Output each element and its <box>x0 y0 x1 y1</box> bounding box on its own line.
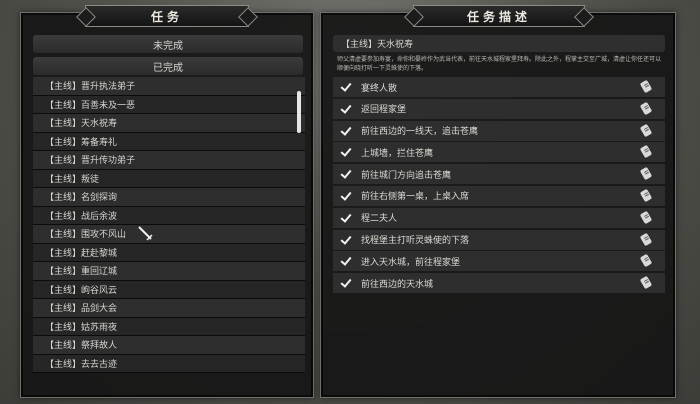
scroll-icon[interactable] <box>639 254 653 268</box>
scroll-icon[interactable] <box>639 145 653 159</box>
quest-description-panel: 任务描述 【主线】天水祝寿 师父清虚要参加寿宴，命你和晏岭作为武当代表，前往天水… <box>320 5 676 398</box>
task-row: 进入天水城，前往程家堡 <box>333 251 665 272</box>
task-list: 宴终人散 返回程家堡 前往西边的一线天，追击苍鹰 上城墙，拦住苍鹰 前往城门方向… <box>333 77 665 295</box>
sword-cursor-icon <box>138 226 153 241</box>
check-icon <box>339 167 353 181</box>
check-icon <box>339 211 353 225</box>
task-label: 宴终人散 <box>361 83 398 94</box>
check-icon <box>339 102 353 116</box>
quest-row[interactable]: 【主线】赶赴黎城 <box>33 243 305 262</box>
task-row: 上城墙，拦住苍鹰 <box>333 142 665 163</box>
task-label: 前往城门方向追击苍鹰 <box>361 170 452 181</box>
scroll-icon[interactable] <box>639 233 653 247</box>
task-row: 返回程家堡 <box>333 98 665 119</box>
quest-row[interactable]: 【主线】去去古迹 <box>33 354 305 373</box>
scroll-icon[interactable] <box>639 189 653 203</box>
task-label: 进入天水城，前往程家堡 <box>361 257 461 268</box>
task-label: 前往西边的天水城 <box>361 279 434 290</box>
quest-list-panel: 任务 未完成 已完成 【主线】晋升执法弟子 【主线】百善未及一恶 【主线】天水祝… <box>20 5 314 398</box>
task-row: 前往西边的一线天，追击苍鹰 <box>333 120 665 141</box>
scroll-icon[interactable] <box>639 276 653 290</box>
task-row: 程二夫人 <box>333 207 665 228</box>
check-icon <box>339 80 353 94</box>
quest-row[interactable]: 【主线】围攻不风山 <box>33 225 305 244</box>
scroll-icon[interactable] <box>639 167 653 181</box>
quest-row[interactable]: 【主线】品剑大会 <box>33 299 305 318</box>
task-label: 前往西边的一线天，追击苍鹰 <box>361 127 479 138</box>
scroll-icon[interactable] <box>639 211 653 225</box>
scroll-icon[interactable] <box>639 80 653 94</box>
quest-row[interactable]: 【主线】祭拜故人 <box>33 336 305 355</box>
quest-row[interactable]: 【主线】天水祝寿 <box>33 114 305 133</box>
quest-row[interactable]: 【主线】筹备寿礼 <box>33 132 305 151</box>
task-row: 宴终人散 <box>333 77 665 97</box>
task-row: 前往西边的天水城 <box>333 273 665 294</box>
scroll-icon[interactable] <box>639 124 653 138</box>
task-label: 前往右侧第一桌，上桌入席 <box>361 192 470 203</box>
incomplete-filter-button[interactable]: 未完成 <box>33 35 303 53</box>
task-label: 程二夫人 <box>361 214 398 225</box>
task-label: 返回程家堡 <box>361 105 407 116</box>
scroll-icon[interactable] <box>639 102 653 116</box>
quest-row[interactable]: 【主线】晋升执法弟子 <box>33 77 305 96</box>
task-label: 找程堡主打听灵蛛使的下落 <box>361 236 470 247</box>
quest-list: 【主线】晋升执法弟子 【主线】百善未及一恶 【主线】天水祝寿 【主线】筹备寿礼 … <box>33 77 305 391</box>
quest-row[interactable]: 【主线】叛徒 <box>33 169 305 188</box>
quest-description-text: 师父清虚要参加寿宴，命你和晏岭作为武当代表，前往天水城程家堡拜寿。除此之外，程掌… <box>337 56 662 72</box>
quest-panel-title: 任务 <box>85 5 249 27</box>
completed-filter-button[interactable]: 已完成 <box>33 57 303 75</box>
quest-row[interactable]: 【主线】岣谷风云 <box>33 280 305 299</box>
quest-row[interactable]: 【主线】战后余波 <box>33 206 305 225</box>
quest-list-scrollbar[interactable] <box>297 91 301 133</box>
check-icon <box>339 124 353 138</box>
task-row: 找程堡主打听灵蛛使的下落 <box>333 229 665 250</box>
task-label: 上城墙，拦住苍鹰 <box>361 148 434 159</box>
check-icon <box>339 189 353 203</box>
quest-row[interactable]: 【主线】晋升传功弟子 <box>33 151 305 170</box>
check-icon <box>339 254 353 268</box>
selected-quest-title: 【主线】天水祝寿 <box>333 35 665 52</box>
quest-row[interactable]: 【主线】名剑探询 <box>33 188 305 207</box>
task-row: 前往城门方向追击苍鹰 <box>333 164 665 185</box>
task-row: 前往右侧第一桌，上桌入席 <box>333 185 665 206</box>
check-icon <box>339 145 353 159</box>
quest-row[interactable]: 【主线】姑苏雨夜 <box>33 317 305 336</box>
quest-row[interactable]: 【主线】重回辽城 <box>33 262 305 281</box>
description-panel-title: 任务描述 <box>413 5 585 27</box>
check-icon <box>339 276 353 290</box>
check-icon <box>339 233 353 247</box>
quest-row[interactable]: 【主线】百善未及一恶 <box>33 95 305 114</box>
